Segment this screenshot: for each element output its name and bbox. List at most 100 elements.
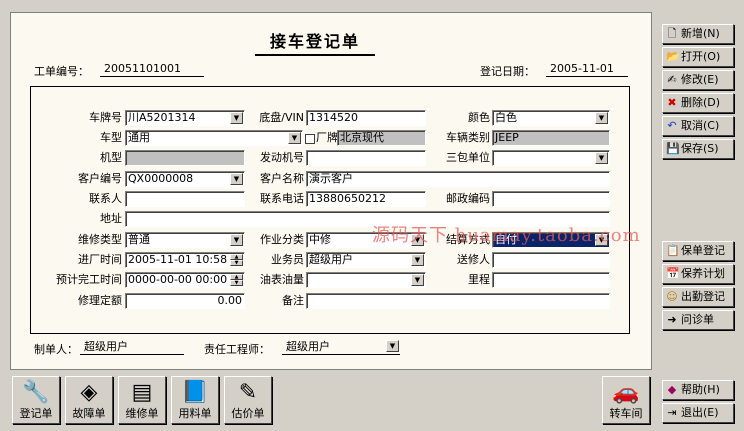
- engineer-label: 责任工程师：: [204, 343, 270, 356]
- exit-button[interactable]: ⇥ 退出(E): [662, 403, 734, 423]
- vin-field[interactable]: 1314520: [306, 110, 426, 126]
- inquiry-icon: ➜: [667, 313, 677, 326]
- new-button[interactable]: 🗋 新增(N): [662, 24, 734, 44]
- engine-no-label: 发动机号: [260, 151, 304, 164]
- register-form-icon: 🔧: [22, 380, 50, 405]
- estimate-form-button[interactable]: ✎ 估价单: [224, 376, 272, 424]
- vin-label: 底盘/VIN: [259, 111, 304, 124]
- open-button[interactable]: 📂打开(O): [662, 47, 734, 67]
- chevron-down-icon[interactable]: ▼: [230, 173, 243, 185]
- customer-no-label: 客户编号: [78, 172, 122, 185]
- warranty-register-button[interactable]: 📋保单登记: [662, 241, 734, 261]
- salesman-select[interactable]: 超级用户 ▼: [306, 252, 426, 268]
- address-label: 地址: [100, 212, 122, 225]
- phone-field[interactable]: 13880650212: [306, 191, 426, 207]
- customer-no-select[interactable]: QX0000008 ▼: [125, 171, 245, 187]
- creator-value: 超级用户: [80, 340, 184, 355]
- sender-label: 送修人: [457, 253, 490, 266]
- postcode-field[interactable]: [492, 191, 610, 207]
- postcode-label: 邮政编码: [446, 192, 490, 205]
- work-order-label: 工单编号：: [34, 65, 89, 78]
- work-class-label: 作业分类: [260, 233, 304, 246]
- factory-field[interactable]: 北京现代: [337, 130, 426, 146]
- chevron-down-icon[interactable]: ▼: [288, 132, 301, 144]
- model-label: 车型: [100, 131, 122, 144]
- form-title: 接车登记单: [255, 28, 375, 56]
- inquiry-button[interactable]: ➜ 问诊单: [662, 310, 734, 330]
- transfer-workshop-button[interactable]: 🚗 转车间: [602, 376, 650, 424]
- edit-button[interactable]: ✍ 修改(E): [662, 70, 734, 90]
- fault-form-button[interactable]: ◈ 故障单: [65, 376, 113, 424]
- warranty-select[interactable]: ▼: [492, 150, 610, 166]
- customer-name-field[interactable]: 演示客户: [306, 171, 610, 187]
- repair-type-select[interactable]: 普通 ▼: [125, 232, 245, 248]
- transfer-workshop-icon: 🚗: [612, 380, 640, 405]
- chevron-down-icon[interactable]: ▼: [595, 152, 608, 164]
- engineer-select[interactable]: 超级用户 ▼: [282, 340, 400, 355]
- plate-select[interactable]: 川A5201314 ▼: [125, 110, 245, 126]
- spinner-icon[interactable]: ▲ ▼: [230, 274, 243, 286]
- engine-model-field[interactable]: [125, 150, 245, 166]
- repair-form-icon: ▤: [131, 380, 153, 405]
- engine-model-label: 机型: [100, 151, 122, 164]
- fuel-select[interactable]: ▼: [306, 272, 426, 288]
- spinner-icon[interactable]: ▲ ▼: [230, 254, 243, 266]
- exit-icon: ⇥: [667, 406, 677, 419]
- warranty-label: 三包单位: [446, 151, 490, 164]
- delete-button[interactable]: ✖ 删除(D): [662, 93, 734, 113]
- fuel-label: 油表油量: [260, 273, 304, 286]
- chevron-down-icon[interactable]: ▼: [230, 234, 243, 246]
- help-icon: ◆: [667, 383, 677, 396]
- model-select[interactable]: 通用 ▼: [125, 130, 303, 146]
- estimate-form-icon: ✎: [238, 380, 258, 405]
- engine-no-field[interactable]: [306, 150, 426, 166]
- chevron-down-icon[interactable]: ▼: [411, 254, 424, 266]
- mileage-field[interactable]: [492, 272, 610, 288]
- repair-form-button[interactable]: ▤ 维修单: [118, 376, 166, 424]
- register-form-button[interactable]: 🔧 登记单: [12, 376, 60, 424]
- creator-label: 制单人：: [34, 343, 78, 356]
- chevron-down-icon[interactable]: ▼: [411, 274, 424, 286]
- note-field[interactable]: [306, 293, 610, 309]
- factory-checkbox[interactable]: [305, 132, 315, 145]
- save-icon: 💾: [666, 142, 680, 155]
- vehicle-type-field[interactable]: JEEP: [492, 130, 610, 146]
- register-date-value: 2005-11-01: [546, 62, 628, 77]
- new-doc-icon: 🗋: [667, 27, 677, 40]
- material-form-button[interactable]: 📘 用料单: [171, 376, 219, 424]
- maintenance-plan-button[interactable]: 📅保养计划: [662, 264, 734, 284]
- warranty-register-icon: 📋: [666, 244, 680, 257]
- open-folder-icon: 📂: [666, 50, 680, 63]
- chevron-down-icon[interactable]: ▼: [386, 340, 399, 352]
- register-date-label: 登记日期：: [480, 65, 535, 78]
- contact-label: 联系人: [89, 192, 122, 205]
- fault-form-icon: ◈: [80, 380, 98, 405]
- cancel-button[interactable]: ↶ 取消(C): [662, 116, 734, 136]
- attendance-icon: ☺: [666, 290, 678, 303]
- quota-label: 修理定额: [78, 294, 122, 307]
- work-order-value: 20051101001: [100, 62, 204, 77]
- chevron-down-icon[interactable]: ▼: [230, 112, 243, 124]
- enter-time-label: 进厂时间: [78, 253, 122, 266]
- salesman-label: 业务员: [271, 253, 304, 266]
- contact-field[interactable]: [125, 191, 245, 207]
- delete-icon: ✖: [667, 96, 677, 109]
- repair-type-label: 维修类型: [78, 233, 122, 246]
- color-label: 颜色: [468, 111, 490, 124]
- phone-label: 联系电话: [260, 192, 304, 205]
- sender-field[interactable]: [492, 252, 610, 268]
- attendance-button[interactable]: ☺ 出勤登记: [662, 287, 734, 307]
- help-button[interactable]: ◆ 帮助(H): [662, 380, 734, 400]
- mileage-label: 里程: [468, 273, 490, 286]
- quota-field[interactable]: 0.00: [125, 293, 245, 309]
- chevron-down-icon[interactable]: ▼: [595, 112, 608, 124]
- material-form-icon: 📘: [181, 380, 209, 405]
- maintenance-plan-icon: 📅: [666, 267, 680, 280]
- note-label: 备注: [282, 294, 304, 307]
- finish-time-field[interactable]: 0000-00-00 00:00 ▲ ▼: [125, 272, 245, 288]
- vehicle-type-label: 车辆类别: [446, 131, 490, 144]
- enter-time-field[interactable]: 2005-11-01 10:58 ▲ ▼: [125, 252, 245, 268]
- save-button[interactable]: 💾保存(S): [662, 139, 734, 159]
- color-select[interactable]: 白色 ▼: [492, 110, 610, 126]
- customer-name-label: 客户名称: [260, 172, 304, 185]
